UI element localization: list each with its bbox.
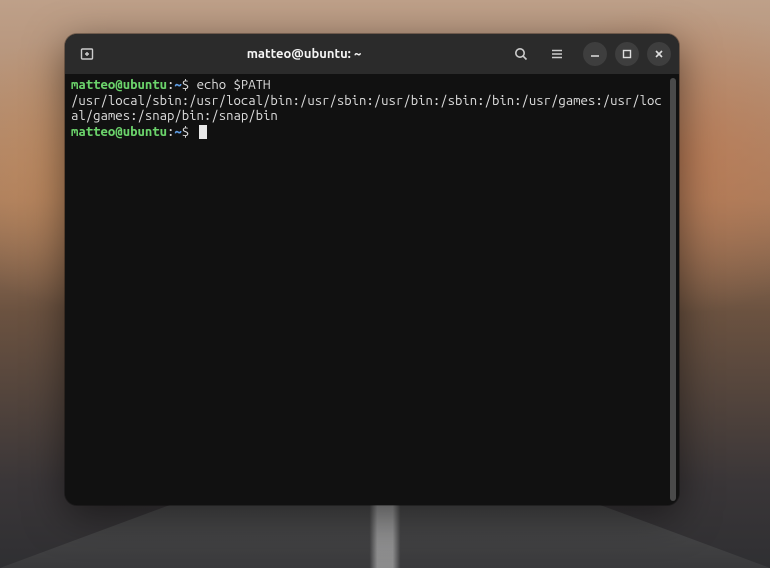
close-button[interactable] bbox=[647, 42, 671, 66]
minimize-button[interactable] bbox=[583, 42, 607, 66]
search-button[interactable] bbox=[507, 40, 535, 68]
titlebar: matteo@ubuntu: ~ bbox=[65, 34, 679, 74]
scrollbar[interactable] bbox=[669, 78, 677, 501]
scrollbar-thumb[interactable] bbox=[670, 78, 676, 501]
menu-button[interactable] bbox=[543, 40, 571, 68]
prompt-user-host-2: matteo@ubuntu bbox=[71, 125, 167, 139]
terminal-output-area[interactable]: matteo@ubuntu:~$ echo $PATH /usr/local/s… bbox=[71, 78, 669, 501]
prompt-path: ~ bbox=[174, 78, 181, 92]
terminal-window: matteo@ubuntu: ~ bbox=[65, 34, 679, 505]
cursor bbox=[199, 125, 207, 139]
maximize-button[interactable] bbox=[615, 42, 639, 66]
command-text: echo $PATH bbox=[197, 78, 271, 92]
prompt-sigil: $ bbox=[182, 78, 197, 92]
prompt-sigil-2: $ bbox=[182, 125, 197, 139]
new-tab-button[interactable] bbox=[73, 40, 101, 68]
prompt-path-2: ~ bbox=[174, 125, 181, 139]
prompt-user-host: matteo@ubuntu bbox=[71, 78, 167, 92]
terminal-body[interactable]: matteo@ubuntu:~$ echo $PATH /usr/local/s… bbox=[65, 74, 679, 505]
command-output: /usr/local/sbin:/usr/local/bin:/usr/sbin… bbox=[71, 94, 662, 124]
window-title: matteo@ubuntu: ~ bbox=[105, 47, 503, 61]
